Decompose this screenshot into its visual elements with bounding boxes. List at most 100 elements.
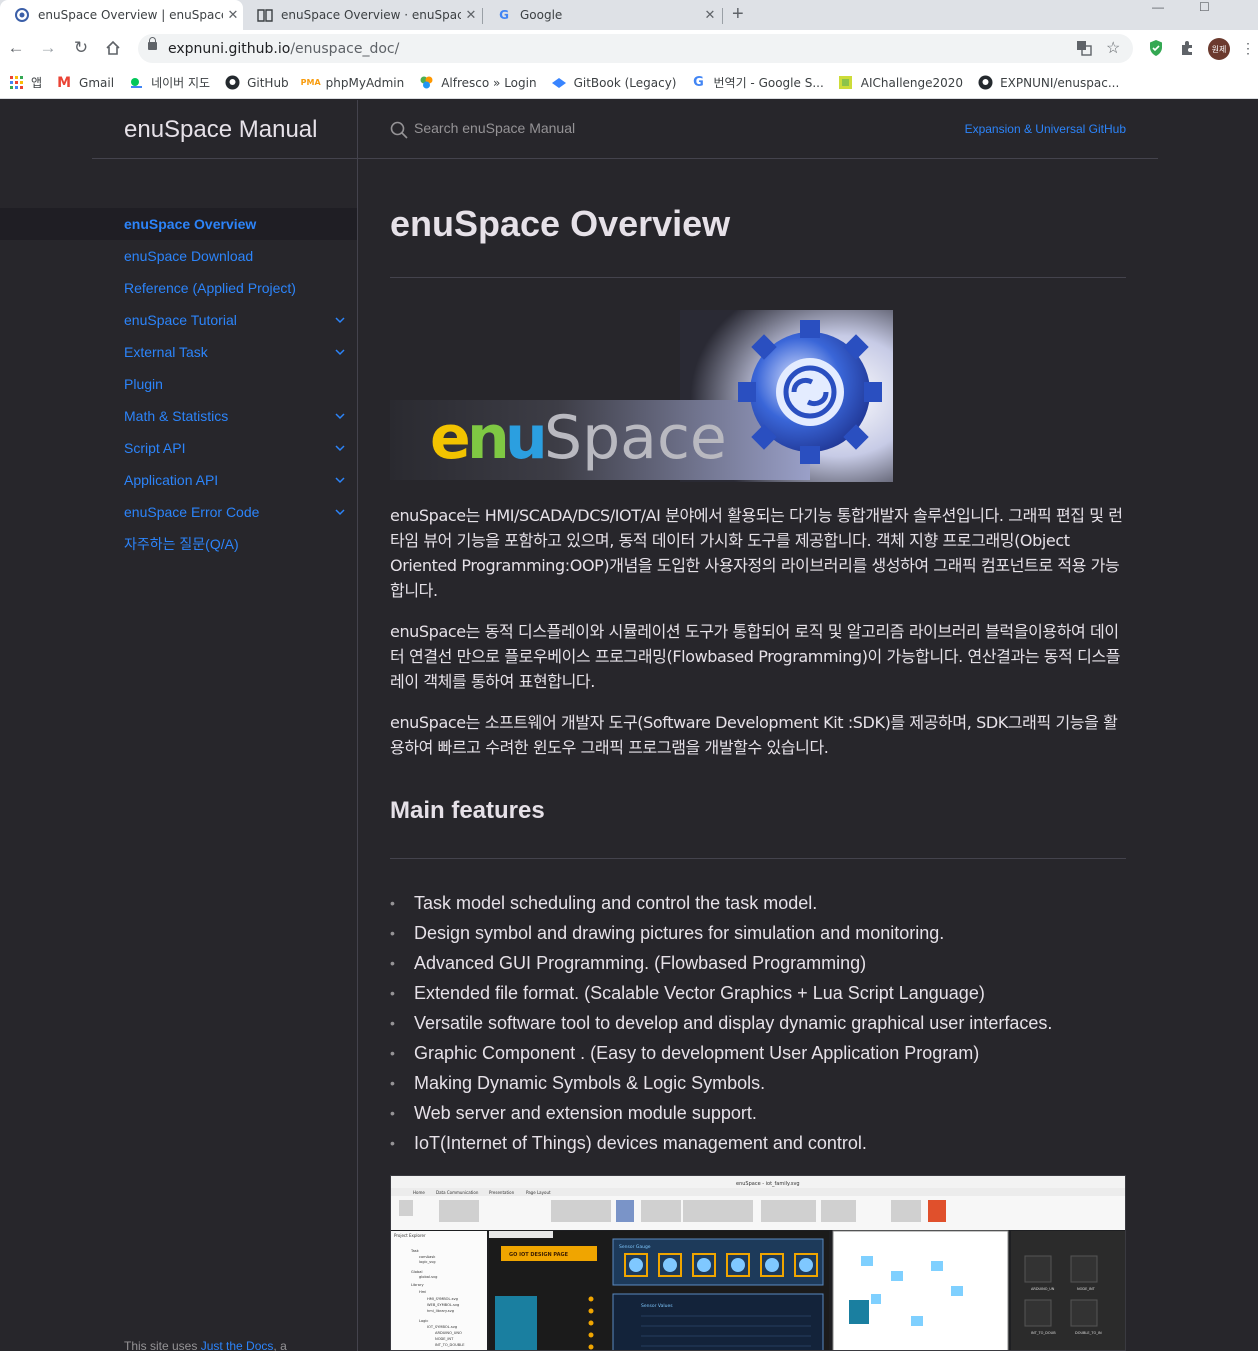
bookmark-google-translate[interactable]: G 번역기 - Google S...: [691, 74, 824, 91]
screenshot-tree-item: HMI_SYMBOL.svg: [427, 1297, 458, 1301]
bookmark-apps[interactable]: 앱: [8, 74, 42, 91]
bookmark-label: 네이버 지도: [151, 76, 211, 90]
title-divider: [390, 277, 1126, 278]
nav-label: enuSpace Overview: [124, 216, 257, 232]
screenshot-tree-item: WEB_SYMBOL.svg: [427, 1303, 459, 1307]
profile-avatar[interactable]: 원제: [1208, 38, 1230, 60]
reload-icon[interactable]: ↻: [69, 36, 93, 60]
github-aux-link[interactable]: Expansion & Universal GitHub: [965, 122, 1126, 136]
intro-paragraph: enuSpace는 동적 디스플레이와 시뮬레이션 도구가 통합되어 로직 및 …: [390, 622, 1121, 691]
chevron-down-icon[interactable]: [334, 506, 346, 518]
chevron-down-icon[interactable]: [334, 442, 346, 454]
bookmark-github[interactable]: GitHub: [224, 75, 289, 91]
bookmark-alfresco[interactable]: Alfresco » Login: [418, 75, 537, 91]
close-tab-icon[interactable]: ✕: [223, 8, 243, 23]
bookmark-label: phpMyAdmin: [325, 75, 405, 90]
translate-icon[interactable]: [1076, 40, 1092, 59]
naver-map-icon: [128, 75, 144, 91]
shield-extension-icon[interactable]: [1146, 38, 1166, 58]
bookmark-github-enuspace[interactable]: EXPNUNI/enuspac...: [977, 75, 1119, 91]
screenshot-ribbon-tab: Page Layout: [526, 1190, 551, 1195]
nav-item-error-code[interactable]: enuSpace Error Code: [0, 496, 357, 528]
bookmark-label: Gmail: [79, 75, 115, 90]
browser-tab-active[interactable]: enuSpace Overview | enuSpace ✕: [0, 0, 243, 30]
nav-item-overview[interactable]: enuSpace Overview: [0, 208, 357, 240]
nav-item-external-task[interactable]: External Task: [0, 336, 357, 368]
close-tab-icon[interactable]: ✕: [700, 8, 720, 23]
tab-separator: [722, 8, 723, 24]
sidebar-nav: enuSpace Overview enuSpace Download Refe…: [0, 208, 357, 560]
gmail-icon: M: [57, 74, 72, 91]
list-item: Graphic Component . (Easy to development…: [390, 1040, 1126, 1070]
bookmarks-bar: 앱 M Gmail 네이버 지도 GitHub PMA phpMyAdmin Alf…: [0, 67, 1258, 99]
bookmark-naver-map[interactable]: 네이버 지도: [128, 74, 210, 91]
screenshot-tree-item: logic_svg: [419, 1260, 436, 1264]
browser-tab-strip: enuSpace Overview | enuSpace ✕ enuSpace …: [0, 0, 1258, 30]
nav-item-tutorial[interactable]: enuSpace Tutorial: [0, 304, 357, 336]
bookmark-gmail[interactable]: M Gmail: [56, 75, 114, 91]
minimize-icon[interactable]: —: [1152, 0, 1164, 14]
screenshot-tree-item: NODE_INT: [435, 1337, 454, 1341]
new-tab-button[interactable]: +: [732, 3, 744, 26]
screenshot-tree-item: Logic: [419, 1319, 428, 1323]
screenshot-symbol-label: ARDUINO_UN: [1031, 1287, 1055, 1291]
nav-item-application-api[interactable]: Application API: [0, 464, 357, 496]
screenshot-tree-item: IOT_SYMBOL.svg: [427, 1325, 457, 1329]
bookmark-gitbook[interactable]: GitBook (Legacy): [551, 75, 677, 91]
close-tab-icon[interactable]: ✕: [461, 8, 481, 23]
footer-text: This site uses: [124, 1339, 201, 1351]
features-list: Task model scheduling and control the ta…: [390, 890, 1126, 1160]
lock-icon: [148, 37, 157, 50]
bookmark-star-icon[interactable]: ☆: [1106, 38, 1120, 58]
bookmark-phpmyadmin[interactable]: PMA phpMyAdmin: [301, 75, 405, 91]
search-icon: [390, 121, 408, 139]
address-bar[interactable]: expnuni.github.io/enuspace_doc/ ☆: [138, 34, 1133, 63]
nav-item-download[interactable]: enuSpace Download: [0, 240, 357, 272]
nav-item-script-api[interactable]: Script API: [0, 432, 357, 464]
chrome-menu-icon[interactable]: ⋮: [1241, 38, 1255, 58]
url-host: expnuni.github.io: [168, 41, 291, 57]
browser-tab[interactable]: G Google ✕: [482, 0, 720, 30]
maximize-icon[interactable]: ☐: [1199, 0, 1210, 14]
screenshot-tree-item: Global: [411, 1270, 422, 1274]
sidebar-divider: [357, 100, 358, 1351]
screenshot-tree-item: comAask: [419, 1255, 436, 1259]
nav-label: enuSpace Tutorial: [124, 312, 237, 328]
home-icon[interactable]: [101, 36, 125, 60]
screenshot-window-title: enuSpace - iot_family.svg: [736, 1181, 800, 1187]
search-input[interactable]: [414, 120, 814, 136]
screenshot-tree-item: Library: [411, 1283, 424, 1287]
browser-tab[interactable]: enuSpace Overview · enuSpace ✕: [243, 0, 481, 30]
chevron-down-icon[interactable]: [334, 410, 346, 422]
screenshot-banner: GO IOT DESIGN PAGE: [509, 1252, 569, 1258]
chevron-down-icon[interactable]: [334, 314, 346, 326]
chevron-down-icon[interactable]: [334, 346, 346, 358]
browser-tab-title: enuSpace Overview | enuSpace: [38, 8, 223, 22]
nav-item-reference[interactable]: Reference (Applied Project): [0, 272, 357, 304]
nav-item-math-statistics[interactable]: Math & Statistics: [0, 400, 357, 432]
nav-label: Plugin: [124, 376, 163, 392]
bookmark-label: Alfresco » Login: [441, 75, 537, 90]
header-divider: [92, 158, 1158, 159]
back-icon[interactable]: ←: [4, 36, 28, 60]
nav-item-plugin[interactable]: Plugin: [0, 368, 357, 400]
chevron-down-icon[interactable]: [334, 474, 346, 486]
list-item: Making Dynamic Symbols & Logic Symbols.: [390, 1070, 1126, 1100]
browser-tab-title: Google: [520, 8, 563, 22]
site-title[interactable]: enuSpace Manual: [124, 116, 317, 144]
bookmark-label: EXPNUNI/enuspac...: [1000, 75, 1120, 90]
url-path: /enuspace_doc/: [290, 41, 400, 57]
list-item: Design symbol and drawing pictures for s…: [390, 920, 1126, 950]
forward-icon[interactable]: →: [36, 36, 60, 60]
list-item: Versatile software tool to develop and d…: [390, 1010, 1126, 1040]
nav-label: Script API: [124, 440, 186, 456]
screenshot-ribbon-tab: Data Communication: [436, 1190, 479, 1195]
nav-item-faq[interactable]: 자주하는 질문(Q/A): [0, 528, 357, 560]
bookmark-aichallenge[interactable]: AIChallenge2020: [838, 75, 963, 91]
extensions-puzzle-icon[interactable]: [1177, 38, 1197, 58]
list-item: IoT(Internet of Things) devices manageme…: [390, 1130, 1126, 1160]
svg-text:u: u: [505, 403, 548, 473]
nav-label: enuSpace Error Code: [124, 504, 260, 520]
section-divider: [390, 858, 1126, 859]
just-the-docs-link[interactable]: Just the Docs: [201, 1339, 274, 1351]
